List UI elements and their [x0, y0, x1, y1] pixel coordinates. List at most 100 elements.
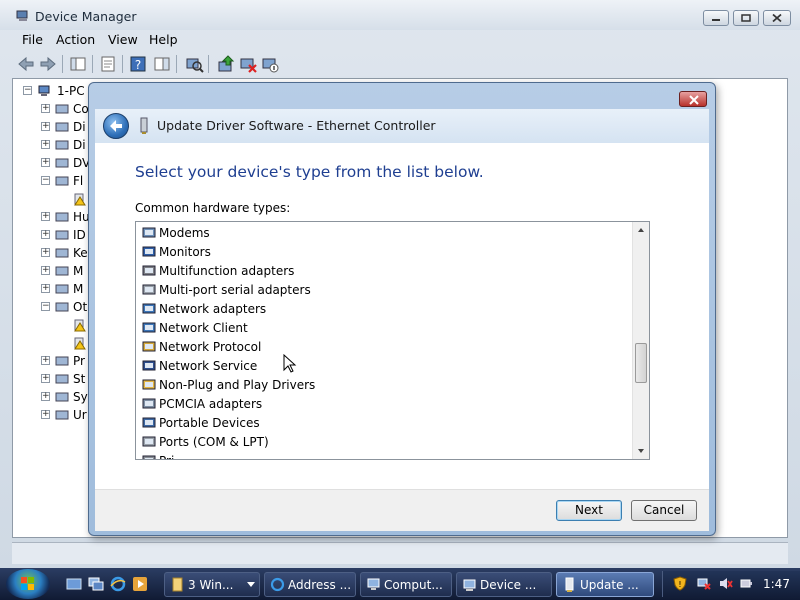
close-button[interactable]	[763, 10, 791, 26]
monitor-icon	[142, 246, 156, 257]
taskbar-button-address[interactable]: Address ...	[264, 572, 356, 597]
multifunction-adapter-icon	[142, 265, 156, 276]
switch-windows-icon[interactable]	[88, 576, 104, 592]
network-icon[interactable]	[697, 576, 711, 591]
properties-icon[interactable]	[98, 54, 118, 74]
hardware-type-item[interactable]: Network Service	[141, 357, 621, 376]
show-hide-console-tree-icon[interactable]	[68, 54, 88, 74]
network-client-icon	[142, 322, 156, 333]
menu-view[interactable]: View	[108, 32, 138, 47]
taskbar-button-windows-group[interactable]: 3 Win...	[164, 572, 260, 597]
hardware-type-item[interactable]: Ports (COM & LPT)	[141, 433, 621, 452]
hardware-type-item[interactable]: Network adapters	[141, 300, 621, 319]
vertical-scrollbar[interactable]	[632, 222, 649, 459]
tree-item-label: Sy	[73, 390, 88, 404]
toolbar-separator	[92, 55, 93, 73]
expand-toggle[interactable]: +	[41, 212, 50, 221]
tree-item-label: Pr	[73, 354, 85, 368]
minimize-button[interactable]	[703, 10, 729, 26]
printer-icon	[142, 455, 156, 459]
hardware-type-item[interactable]: Monitors	[141, 243, 621, 262]
expand-toggle[interactable]: +	[41, 248, 50, 257]
hardware-type-label: Non-Plug and Play Drivers	[159, 378, 316, 392]
hardware-types-label: Common hardware types:	[135, 201, 291, 215]
help-icon[interactable]: ?	[128, 54, 148, 74]
hardware-type-label: Monitors	[159, 245, 211, 259]
hardware-type-item[interactable]: Modems	[141, 224, 621, 243]
expand-toggle[interactable]: +	[41, 356, 50, 365]
action-pane-icon[interactable]	[152, 54, 172, 74]
expand-toggle[interactable]: +	[41, 230, 50, 239]
cancel-button[interactable]: Cancel	[631, 500, 697, 521]
internet-explorer-icon[interactable]	[110, 576, 126, 592]
device-category-icon	[55, 158, 69, 168]
minimize-icon	[712, 19, 720, 21]
expand-toggle[interactable]: +	[41, 374, 50, 383]
taskbar-button-label: Device ...	[480, 578, 537, 592]
taskbar-button-computer[interactable]: Comput...	[360, 572, 452, 597]
scroll-up-arrow-icon[interactable]	[633, 222, 649, 238]
hardware-types-listbox[interactable]: Modems Monitors Multifunction adapters Mult…	[135, 221, 650, 460]
taskbar-button-update-driver[interactable]: Update ...	[556, 572, 654, 597]
back-arrow-icon[interactable]	[16, 54, 36, 74]
expand-toggle[interactable]: +	[41, 122, 50, 131]
dialog-body: Select your device's type from the list …	[95, 143, 709, 489]
collapse-toggle[interactable]: −	[23, 86, 32, 95]
taskbar-button-label: 3 Win...	[188, 578, 234, 592]
expand-toggle[interactable]: +	[41, 410, 50, 419]
hardware-type-label: Multifunction adapters	[159, 264, 295, 278]
hardware-type-item[interactable]: Portable Devices	[141, 414, 621, 433]
menu-action[interactable]: Action	[56, 32, 95, 47]
clock[interactable]: 1:47	[763, 577, 790, 591]
hardware-type-item[interactable]: Network Client	[141, 319, 621, 338]
power-icon[interactable]	[739, 576, 753, 591]
expand-toggle[interactable]: +	[41, 266, 50, 275]
menu-file[interactable]: File	[22, 32, 43, 47]
scroll-down-arrow-icon[interactable]	[633, 443, 649, 459]
hardware-type-item[interactable]: Non-Plug and Play Drivers	[141, 376, 621, 395]
scrollbar-thumb[interactable]	[635, 343, 647, 383]
hardware-type-item[interactable]: Multi-port serial adapters	[141, 281, 621, 300]
dialog-title: Update Driver Software - Ethernet Contro…	[157, 118, 436, 133]
hardware-type-item[interactable]: Network Protocol	[141, 338, 621, 357]
next-button[interactable]: Next	[556, 500, 622, 521]
toolbar-separator	[176, 55, 177, 73]
back-button[interactable]	[103, 113, 129, 139]
expand-toggle[interactable]: +	[41, 158, 50, 167]
expand-toggle[interactable]: −	[41, 302, 50, 311]
hardware-type-item[interactable]: Multifunction adapters	[141, 262, 621, 281]
maximize-button[interactable]	[733, 10, 759, 26]
device-category-icon	[55, 266, 69, 276]
expand-toggle[interactable]: +	[41, 392, 50, 401]
back-arrow-icon	[110, 120, 122, 132]
hardware-type-label: Network adapters	[159, 302, 267, 316]
security-shield-icon[interactable]: !	[673, 576, 687, 591]
tree-item-label: Di	[73, 138, 86, 152]
dialog-close-button[interactable]	[679, 91, 707, 107]
menu-help[interactable]: Help	[149, 32, 178, 47]
dialog-header: Update Driver Software - Ethernet Contro…	[95, 109, 709, 143]
media-player-icon[interactable]	[132, 576, 148, 592]
expand-toggle[interactable]: +	[41, 104, 50, 113]
forward-arrow-icon[interactable]	[38, 54, 58, 74]
device-category-icon	[55, 374, 69, 384]
chevron-down-icon	[247, 582, 255, 587]
disable-device-icon[interactable]	[260, 54, 280, 74]
expand-toggle[interactable]: +	[41, 284, 50, 293]
show-desktop-icon[interactable]	[66, 576, 82, 592]
taskbar: 3 Win... Address ... Comput... Device ..…	[0, 568, 800, 600]
taskbar-button-device-manager[interactable]: Device ...	[456, 572, 552, 597]
expand-toggle[interactable]: +	[41, 140, 50, 149]
title-bar[interactable]: Device Manager	[0, 0, 800, 30]
volume-icon[interactable]	[719, 576, 733, 591]
device-warning-icon	[74, 319, 86, 332]
uninstall-device-icon[interactable]	[238, 54, 258, 74]
scan-hardware-changes-icon[interactable]	[184, 54, 204, 74]
close-icon	[689, 95, 699, 105]
hardware-type-item[interactable]: PCMCIA adapters	[141, 395, 621, 414]
start-button[interactable]	[6, 569, 50, 599]
hardware-type-item[interactable]: Pri	[141, 452, 621, 459]
update-driver-icon[interactable]	[216, 54, 236, 74]
device-category-icon	[55, 410, 69, 420]
expand-toggle[interactable]: −	[41, 176, 50, 185]
